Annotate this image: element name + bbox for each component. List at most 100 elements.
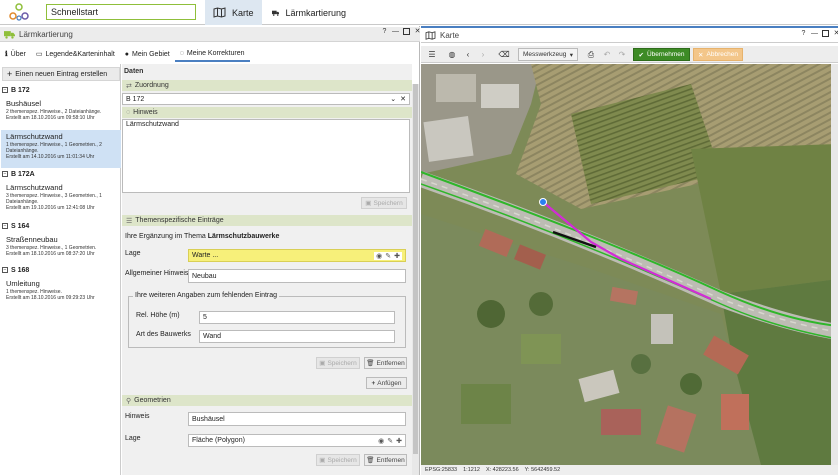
tab-laermkartierung[interactable]: Lärmkartierung: [264, 0, 354, 25]
plus-icon: +: [371, 379, 376, 387]
print-icon[interactable]: ⎙: [584, 48, 598, 61]
ergaenzung-thema: Lärmschutzbauwerke: [207, 233, 280, 240]
eye-icon[interactable]: ◉: [376, 252, 382, 260]
zuordnung-label: Zuordnung: [134, 82, 169, 89]
eraser-icon[interactable]: ⌫: [497, 48, 511, 61]
themen-speichern-button[interactable]: ▣ Speichern: [316, 357, 360, 369]
subtab-meine-korrekturen[interactable]: ◌ Meine Korrekturen: [174, 46, 250, 62]
geo-speichern-button[interactable]: ▣ Speichern: [316, 454, 360, 466]
geo-hinweis-input[interactable]: Bushäusel: [188, 412, 406, 426]
group-name: S 168: [11, 266, 30, 274]
aerial-map[interactable]: [421, 64, 838, 465]
subtab-legende-label: Legende&Karteninhalt: [45, 50, 115, 58]
ergaenzung-text: Ihre Ergänzung im Thema Lärmschutzbauwer…: [125, 233, 279, 240]
subtab-legende[interactable]: ▭ Legende&Karteninhalt: [31, 46, 120, 62]
scrollbar-thumb[interactable]: [413, 84, 418, 454]
list-item-title: Lärmschutzwand: [6, 183, 63, 192]
group-header[interactable]: − B 172: [2, 85, 30, 95]
themen-entfernen-button[interactable]: 🗑 Entfernen: [364, 357, 407, 369]
art-input[interactable]: Wand: [199, 330, 395, 343]
geo-lage-controls: ◉ ✎ ✚: [378, 437, 402, 445]
pencil-icon[interactable]: ✎: [385, 252, 391, 260]
list-item-date: Erstellt am 19.10.2016 um 12:41:08 Uhr: [6, 205, 95, 211]
chevron-down-icon[interactable]: ⌄: [390, 95, 396, 103]
maximize-icon[interactable]: [822, 30, 829, 37]
abbrechen-button[interactable]: ✕ Abbrechen: [693, 48, 743, 61]
save-icon: ▣: [319, 360, 326, 367]
epsg-readout: EPSG:25833: [425, 467, 458, 473]
messwerkzeug-dropdown[interactable]: Messwerkzeug ▾: [518, 48, 578, 61]
group-header[interactable]: − S 164: [2, 221, 29, 231]
help-icon[interactable]: ?: [381, 28, 388, 35]
form-scrollbar[interactable]: [412, 84, 419, 475]
zuordnung-value: B 172: [126, 95, 145, 103]
list-item-summary: 3 themenspez. Hinweise., 3 Geometrien., …: [6, 193, 102, 205]
help-icon[interactable]: ?: [800, 30, 807, 37]
list-item-title: Straßenneubau: [6, 235, 58, 244]
geo-lage-value: Fläche (Polygon): [192, 437, 245, 444]
themen-label: Themenspezifische Einträge: [135, 217, 224, 224]
new-entry-button[interactable]: + Einen neuen Eintrag erstellen: [2, 67, 120, 81]
lage-input[interactable]: Warte ... ◉ ✎ ✚: [188, 249, 406, 262]
themen-section-header: ☰ Themenspezifische Einträge: [122, 215, 412, 226]
layers-list-icon[interactable]: ☰: [425, 48, 439, 61]
allg-hinweis-input[interactable]: Neubau: [188, 269, 406, 283]
list-item[interactable]: Straßenneubau 3 themenspez. Hinweise., 1…: [1, 233, 121, 263]
search-input[interactable]: Schnellstart: [46, 4, 196, 20]
redo-icon[interactable]: ↷: [615, 48, 629, 61]
move-icon[interactable]: ✚: [394, 252, 400, 260]
map-status-bar: EPSG:25833 1:1212 X: 428223.56 Y: 564245…: [421, 465, 838, 475]
trash-icon: 🗑: [366, 457, 375, 464]
geo-lage-label: Lage: [125, 435, 141, 442]
left-panel-header: Lärmkartierung: [0, 27, 420, 42]
minimize-icon[interactable]: —: [392, 28, 399, 35]
maximize-icon[interactable]: [403, 28, 410, 35]
subtab-mein-gebiet-label: Mein Gebiet: [132, 50, 170, 58]
map-panel-title: Karte: [440, 30, 460, 40]
group-header[interactable]: − S 168: [2, 265, 29, 275]
hinweis-textarea[interactable]: Lärmschutzwand: [122, 119, 410, 193]
zuordnung-select[interactable]: B 172 ⌄ ✕: [122, 93, 410, 105]
geo-lage-input[interactable]: Fläche (Polygon) ◉ ✎ ✚: [188, 434, 406, 447]
map-icon: [213, 7, 226, 18]
subtab-ueber[interactable]: ℹ Über: [0, 46, 31, 62]
geo-entfernen-button[interactable]: 🗑 Entfernen: [364, 454, 407, 466]
move-icon[interactable]: ✚: [396, 437, 402, 445]
rel-hoehe-input[interactable]: 5: [199, 311, 395, 324]
list-item[interactable]: Lärmschutzwand 1 themenspez. Hinweise., …: [1, 130, 121, 168]
new-entry-label: Einen neuen Eintrag erstellen: [15, 70, 108, 78]
geo-entfernen-label: Entfernen: [376, 456, 405, 464]
forward-icon[interactable]: ›: [476, 48, 490, 61]
subtab-mein-gebiet[interactable]: ● Mein Gebiet: [120, 46, 175, 62]
rel-hoehe-value: 5: [203, 314, 207, 321]
eye-icon[interactable]: ◉: [378, 437, 384, 445]
comment-icon: ◌: [126, 109, 131, 116]
list-item-date: Erstellt am 18.10.2016 um 09:29:23 Uhr: [6, 295, 95, 301]
hinweis-section-header: ◌ Hinweis: [122, 107, 412, 118]
subtab-ueber-label: Über: [10, 50, 26, 58]
pencil-icon[interactable]: ✎: [387, 437, 393, 445]
app-logo-icon[interactable]: [9, 3, 29, 22]
undo-icon[interactable]: ↶: [600, 48, 614, 61]
daten-heading: Daten: [124, 68, 144, 75]
close-icon[interactable]: ✕: [833, 30, 838, 37]
subtab-meine-korrekturen-label: Meine Korrekturen: [186, 49, 245, 57]
left-window-controls: ? — ✕: [381, 28, 421, 35]
list-item-summary: 1 themenspez. Hinweise., 1 Geometrien., …: [6, 142, 102, 154]
clear-icon[interactable]: ✕: [400, 95, 406, 103]
uebernehmen-button[interactable]: ✔ Übernehmen: [633, 48, 690, 61]
tab-karte[interactable]: Karte: [205, 0, 262, 25]
minimize-icon[interactable]: —: [811, 30, 818, 37]
globe-icon[interactable]: ◍: [445, 48, 459, 61]
back-icon[interactable]: ‹: [461, 48, 475, 61]
list-item[interactable]: Lärmschutzwand 3 themenspez. Hinweise., …: [1, 181, 121, 219]
anfuegen-button[interactable]: + Anfügen: [366, 377, 407, 389]
list-item[interactable]: Umleitung 1 themenspez. Hinweise. Erstel…: [1, 277, 121, 307]
allg-hinweis-label: Allgemeiner Hinweis: [125, 270, 189, 277]
group-header[interactable]: − B 172A: [2, 169, 35, 179]
collapse-icon: −: [2, 171, 8, 177]
weitere-angaben-legend: Ihre weiteren Angaben zum fehlenden Eint…: [133, 292, 280, 299]
list-item[interactable]: Bushäusel 2 themenspez. Hinweise., 2 Dat…: [1, 97, 121, 127]
speichern-button[interactable]: ▣ Speichern: [361, 197, 407, 209]
speichern-label: Speichern: [373, 199, 403, 207]
